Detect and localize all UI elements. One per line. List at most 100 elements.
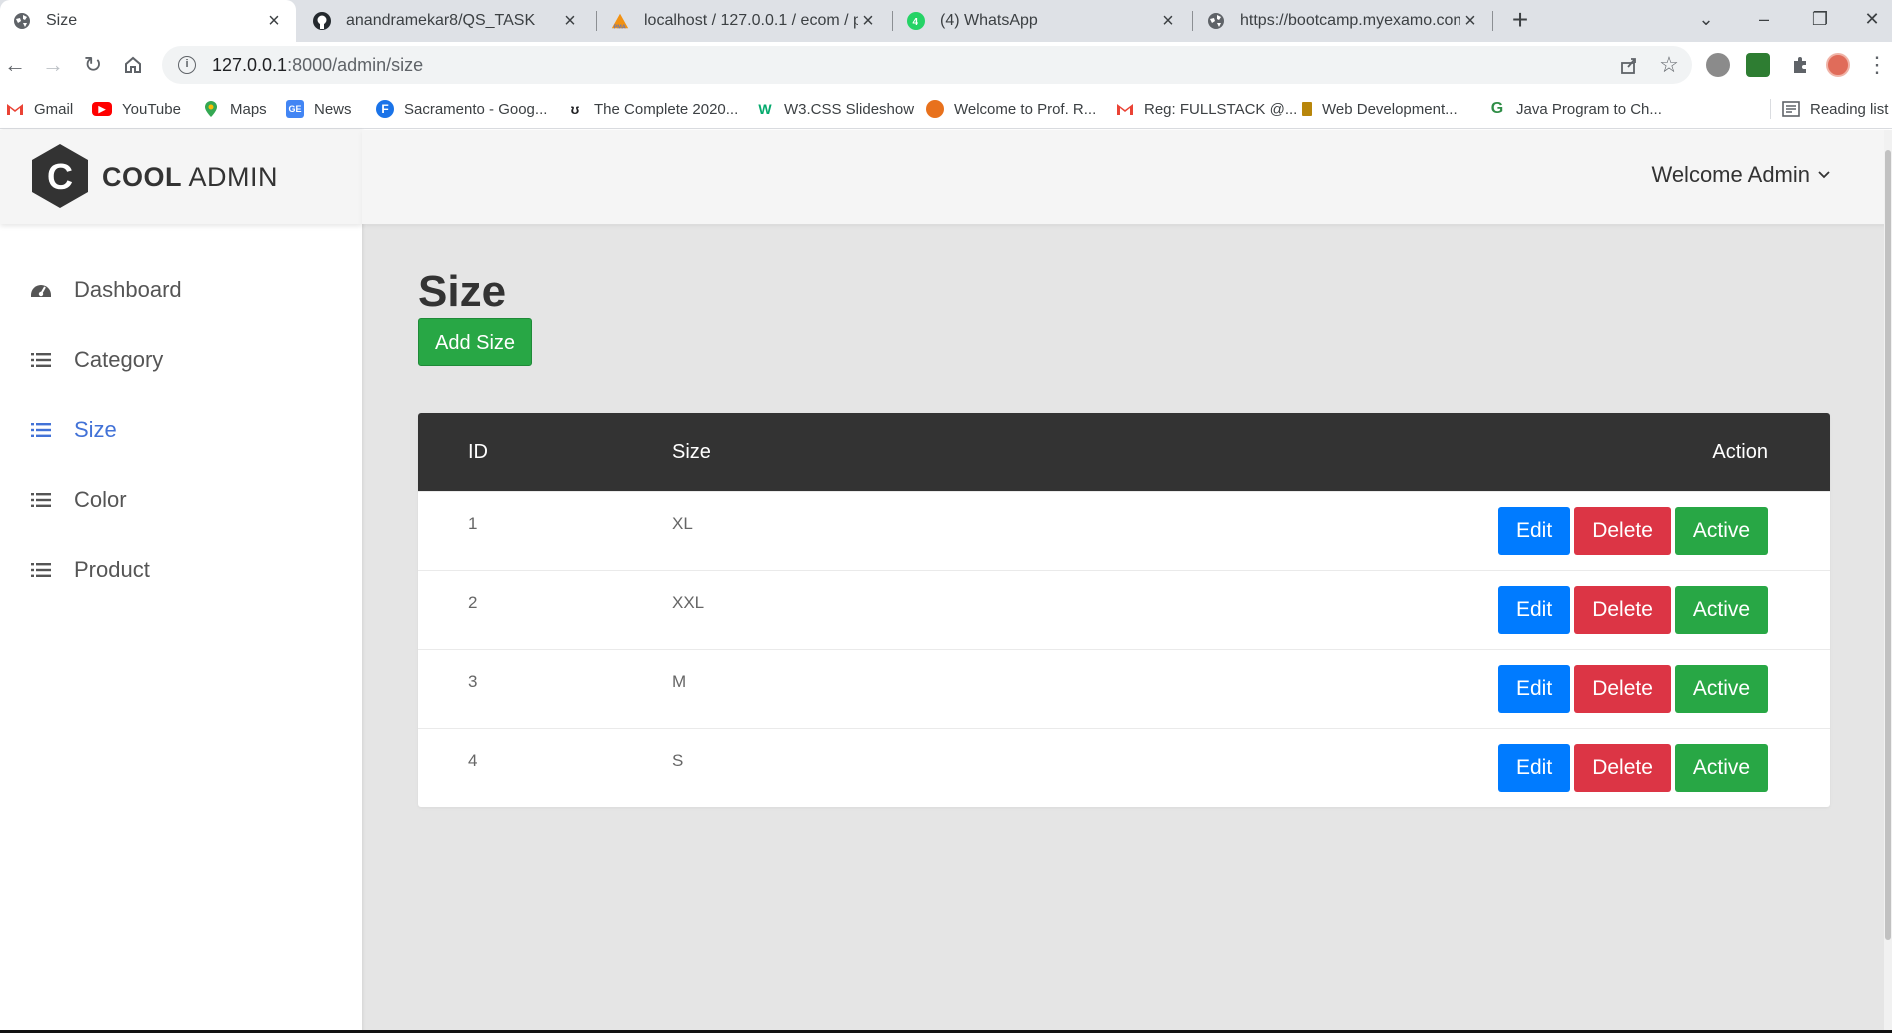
site-info-icon[interactable]: i [178,56,196,74]
cell-size: M [672,672,687,691]
list-icon [30,349,52,371]
sidebar-item-category[interactable]: Category [0,325,362,395]
close-tab-icon[interactable]: × [858,10,878,33]
cell-size: S [672,751,684,770]
html-extension-icon[interactable] [1746,53,1770,77]
logo-hexagon-icon: C [32,144,88,208]
f-circle-icon: F [376,100,394,118]
row-actions: Edit Delete Active [1498,744,1772,792]
cell-size: XL [672,514,693,533]
browser-tab-whatsapp[interactable]: 4 (4) WhatsApp × [894,0,1190,42]
edit-button[interactable]: Edit [1498,744,1571,792]
sidebar-item-product[interactable]: Product [0,535,362,605]
user-menu-toggle[interactable]: Welcome Admin [1651,162,1830,188]
logo-area[interactable]: C COOL ADMIN [0,130,362,224]
active-button[interactable]: Active [1674,665,1769,713]
table-row: 2 XXL Edit Delete Active [418,570,1830,649]
page-scrollbar[interactable] [1884,130,1892,1033]
sidebar: C COOL ADMIN Dashboard Category Size Col… [0,130,362,1033]
sidebar-item-size[interactable]: Size [0,395,362,465]
globe-icon [12,11,32,31]
extensions-puzzle-icon[interactable] [1785,50,1815,83]
tab-separator [1192,11,1193,31]
sidebar-item-color[interactable]: Color [0,465,362,535]
svg-text:C: C [47,156,73,197]
browser-tab-phpmyadmin[interactable]: PMA localhost / 127.0.0.1 / ecom / pro × [598,0,890,42]
bookmark-gmail[interactable]: Gmail [6,89,73,129]
minimize-icon[interactable]: – [1744,4,1784,34]
svg-text:4: 4 [913,17,919,28]
bookmark-youtube[interactable]: ▶ YouTube [92,89,181,129]
browser-tab-github[interactable]: anandramekar8/QS_TASK × [300,0,592,42]
edit-button[interactable]: Edit [1498,586,1571,634]
row-actions: Edit Delete Active [1498,507,1772,555]
github-icon [312,11,332,31]
forward-icon[interactable]: → [38,50,68,80]
sidebar-item-label: Dashboard [74,277,182,302]
back-icon[interactable]: ← [0,50,30,80]
bookmark-reg-fullstack[interactable]: Reg: FULLSTACK @... [1116,89,1297,129]
bookmark-welcome-prof[interactable]: Welcome to Prof. R... [926,89,1096,129]
column-header-id: ID [468,441,488,463]
add-size-button[interactable]: Add Size [418,318,533,366]
news-icon: GE [286,100,304,118]
cell-id: 2 [468,593,478,612]
cell-id: 4 [468,751,478,770]
close-window-icon[interactable]: ✕ [1852,4,1892,34]
delete-button[interactable]: Delete [1574,586,1671,634]
scrollbar-thumb[interactable] [1885,150,1891,940]
list-icon [30,489,52,511]
bug-extension-icon[interactable] [1706,53,1730,77]
table-row: 1 XL Edit Delete Active [418,491,1830,570]
udemy-icon: ʊ [570,101,580,117]
active-button[interactable]: Active [1674,586,1769,634]
close-tab-icon[interactable]: × [560,10,580,33]
edit-button[interactable]: Edit [1498,507,1571,555]
tab-search-chevron-icon[interactable]: ⌄ [1686,4,1726,34]
maps-pin-icon [202,100,220,118]
delete-button[interactable]: Delete [1574,507,1671,555]
browser-tab-size[interactable]: Size × [0,0,296,42]
emblem-icon [926,100,944,118]
active-button[interactable]: Active [1674,507,1769,555]
edit-button[interactable]: Edit [1498,665,1571,713]
sidebar-item-label: Category [74,347,164,372]
tab-separator [596,11,597,31]
row-actions: Edit Delete Active [1498,586,1772,634]
address-bar[interactable]: i 127.0.0.1:8000/admin/size [162,46,1692,84]
row-actions: Edit Delete Active [1498,665,1772,713]
tab-title: localhost / 127.0.0.1 / ecom / pro [644,12,858,29]
more-menu-icon[interactable]: ⋮ [1862,50,1892,80]
bookmark-w3css[interactable]: W W3.CSS Slideshow [756,89,914,129]
bookmark-news[interactable]: GE News [286,89,352,129]
new-tab-icon[interactable]: + [1506,6,1534,35]
close-tab-icon[interactable]: × [1460,10,1480,33]
bookmark-java-program[interactable]: G Java Program to Ch... [1488,89,1662,129]
welcome-text: Welcome Admin [1651,162,1810,187]
sidebar-item-dashboard[interactable]: Dashboard [0,255,362,325]
reading-list-button[interactable]: Reading list [1782,89,1888,129]
globe-icon [1206,11,1226,31]
browser-toolbar: ← → ↻ i 127.0.0.1:8000/admin/size ☆ ⋮ [0,42,1892,89]
bookmark-sacramento[interactable]: F Sacramento - Goog... [376,89,547,129]
restore-icon[interactable]: ❐ [1800,4,1840,34]
table-row: 4 S Edit Delete Active [418,728,1830,807]
browser-tab-bootcamp[interactable]: https://bootcamp.myexamo.com × [1194,0,1492,42]
bookmark-star-icon[interactable]: ☆ [1654,50,1684,80]
dashboard-icon [30,279,52,301]
close-tab-icon[interactable]: × [264,10,284,33]
home-icon[interactable] [118,50,148,80]
bookmark-web-development[interactable]: Web Development... [1302,89,1458,129]
share-icon[interactable] [1614,50,1644,83]
profile-avatar-icon[interactable] [1826,53,1850,77]
delete-button[interactable]: Delete [1574,665,1671,713]
active-button[interactable]: Active [1674,744,1769,792]
cell-size: XXL [672,593,705,612]
bookmark-complete-2020[interactable]: ʊ The Complete 2020... [566,89,739,129]
youtube-icon: ▶ [92,102,112,116]
reload-icon[interactable]: ↻ [78,50,108,80]
close-tab-icon[interactable]: × [1158,10,1178,33]
browser-tab-bar: Size × anandramekar8/QS_TASK × PMA local… [0,0,1892,42]
delete-button[interactable]: Delete [1574,744,1671,792]
bookmark-maps[interactable]: Maps [202,89,267,129]
